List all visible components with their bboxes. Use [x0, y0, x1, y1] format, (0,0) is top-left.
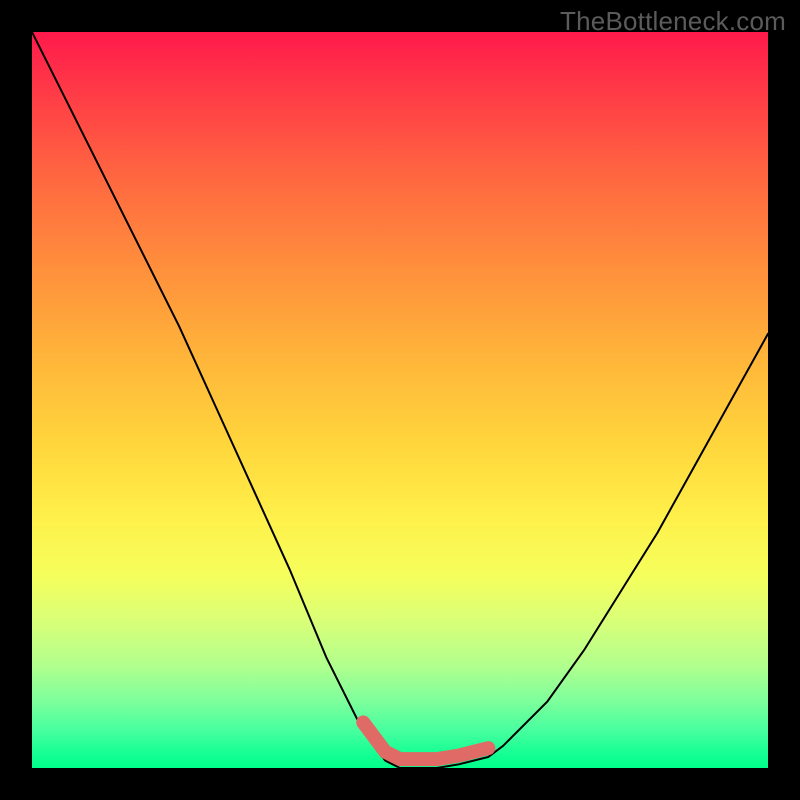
chart-frame: TheBottleneck.com	[0, 0, 800, 800]
chart-svg	[32, 32, 768, 768]
curve-path	[32, 32, 768, 768]
plot-area	[32, 32, 768, 768]
accent-band	[363, 722, 488, 759]
